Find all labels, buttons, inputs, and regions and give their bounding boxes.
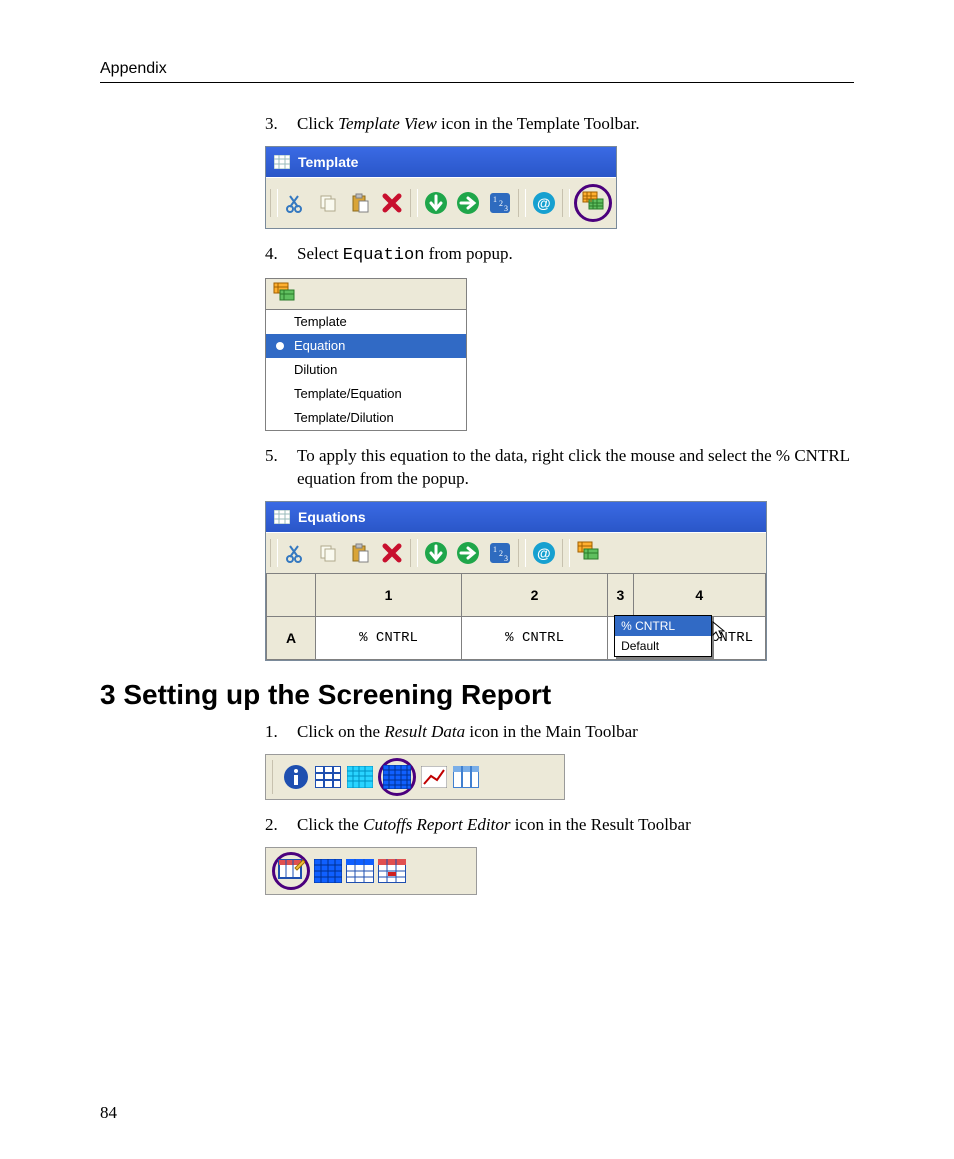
cut-icon[interactable] xyxy=(282,539,310,567)
svg-text:@: @ xyxy=(537,195,551,211)
template-view-icon[interactable] xyxy=(579,189,607,217)
template-window: Template 123 @ xyxy=(265,146,617,229)
step-text: Click on the Result Data icon in the Mai… xyxy=(297,721,638,744)
section-title: Setting up the Screening Report xyxy=(123,679,551,710)
numbers-icon[interactable]: 123 xyxy=(486,189,514,217)
cell-a3[interactable]: % CNTRL Default xyxy=(608,616,634,659)
step-text: Click Template View icon in the Template… xyxy=(297,113,640,136)
down-arrow-icon[interactable] xyxy=(422,539,450,567)
highlight-circle xyxy=(574,184,612,222)
template-view-icon xyxy=(272,282,296,306)
highlight-circle xyxy=(272,852,310,890)
col-head-3: 3 xyxy=(608,573,634,616)
step-text: Select Equation from popup. xyxy=(297,243,513,268)
equations-table: 1 2 3 4 A % CNTRL % CNTRL % CNTRL xyxy=(266,573,766,660)
col-head-1: 1 xyxy=(316,573,462,616)
delete-icon[interactable] xyxy=(378,189,406,217)
template-title: Template xyxy=(298,154,358,170)
popup-item-equation[interactable]: Equation xyxy=(266,334,466,358)
section-heading: 3 Setting up the Screening Report xyxy=(100,679,854,711)
at-icon[interactable]: @ xyxy=(530,189,558,217)
running-head: Appendix xyxy=(100,60,854,83)
corner-cell xyxy=(267,573,316,616)
step-3: 3. Click Template View icon in the Templ… xyxy=(265,113,854,136)
paste-icon[interactable] xyxy=(346,189,374,217)
step-b1: 1. Click on the Result Data icon in the … xyxy=(265,721,854,744)
equations-window: Equations 123 @ xyxy=(265,501,767,661)
bullet-icon xyxy=(276,342,284,350)
highlight-circle xyxy=(378,758,416,796)
table-row: A % CNTRL % CNTRL % CNTRL Default CNTRL xyxy=(267,616,766,659)
svg-text:3: 3 xyxy=(504,204,508,213)
svg-text:@: @ xyxy=(537,545,551,561)
grid-blue-icon[interactable] xyxy=(314,763,342,791)
cutoffs-editor-icon[interactable] xyxy=(277,857,305,885)
right-arrow-icon[interactable] xyxy=(454,189,482,217)
grid-redmark-icon[interactable] xyxy=(378,857,406,885)
equations-titlebar: Equations xyxy=(266,502,766,532)
info-icon[interactable] xyxy=(282,763,310,791)
cursor-icon xyxy=(712,621,730,641)
cell-a1[interactable]: % CNTRL xyxy=(316,616,462,659)
step-b2: 2. Click the Cutoffs Report Editor icon … xyxy=(265,814,854,837)
page-number: 84 xyxy=(100,1103,117,1123)
right-arrow-icon[interactable] xyxy=(454,539,482,567)
popup-item-template-equation[interactable]: Template/Equation xyxy=(266,382,466,406)
paste-icon[interactable] xyxy=(346,539,374,567)
equations-title: Equations xyxy=(298,509,366,525)
context-menu: % CNTRL Default xyxy=(614,615,712,657)
step-num: 2. xyxy=(265,814,283,837)
result-data-icon[interactable] xyxy=(383,763,411,791)
copy-icon[interactable] xyxy=(314,539,342,567)
svg-text:2: 2 xyxy=(499,199,503,208)
template-titlebar: Template xyxy=(266,147,616,177)
chart-icon[interactable] xyxy=(420,763,448,791)
step-5: 5. To apply this equation to the data, r… xyxy=(265,445,854,491)
step-text: Click the Cutoffs Report Editor icon in … xyxy=(297,814,691,837)
result-toolbar xyxy=(265,847,477,895)
popup-menu: Template Equation Dilution Template/Equa… xyxy=(265,278,467,431)
step-num: 5. xyxy=(265,445,283,491)
popup-icon-row xyxy=(266,279,466,309)
svg-text:1: 1 xyxy=(493,195,497,204)
step-text: To apply this equation to the data, righ… xyxy=(297,445,854,491)
context-item-default[interactable]: Default xyxy=(615,636,711,656)
section-number: 3 xyxy=(100,679,116,710)
numbers-icon[interactable]: 123 xyxy=(486,539,514,567)
popup-list: Template Equation Dilution Template/Equa… xyxy=(266,309,466,430)
svg-text:1: 1 xyxy=(493,545,497,554)
row-head-a: A xyxy=(267,616,316,659)
popup-item-template-dilution[interactable]: Template/Dilution xyxy=(266,406,466,430)
step-num: 1. xyxy=(265,721,283,744)
step-4: 4. Select Equation from popup. xyxy=(265,243,854,268)
col-head-2: 2 xyxy=(462,573,608,616)
svg-text:2: 2 xyxy=(499,549,503,558)
grid-cyan-icon[interactable] xyxy=(346,763,374,791)
cut-icon[interactable] xyxy=(282,189,310,217)
context-item-cntrl[interactable]: % CNTRL xyxy=(615,616,711,636)
cell-a2[interactable]: % CNTRL xyxy=(462,616,608,659)
grid-icon xyxy=(274,155,290,169)
grid-header-icon[interactable] xyxy=(346,857,374,885)
col-head-4: 4 xyxy=(633,573,765,616)
template-toolbar: 123 @ xyxy=(266,177,616,228)
step-num: 4. xyxy=(265,243,283,268)
grid-blue-icon[interactable] xyxy=(314,857,342,885)
delete-icon[interactable] xyxy=(378,539,406,567)
copy-icon[interactable] xyxy=(314,189,342,217)
template-view-icon[interactable] xyxy=(574,539,602,567)
popup-item-template[interactable]: Template xyxy=(266,310,466,334)
step-num: 3. xyxy=(265,113,283,136)
popup-item-dilution[interactable]: Dilution xyxy=(266,358,466,382)
svg-text:3: 3 xyxy=(504,554,508,563)
down-arrow-icon[interactable] xyxy=(422,189,450,217)
at-icon[interactable]: @ xyxy=(530,539,558,567)
equations-toolbar: 123 @ xyxy=(266,532,766,573)
table-icon[interactable] xyxy=(452,763,480,791)
grid-icon xyxy=(274,510,290,524)
main-toolbar xyxy=(265,754,565,800)
